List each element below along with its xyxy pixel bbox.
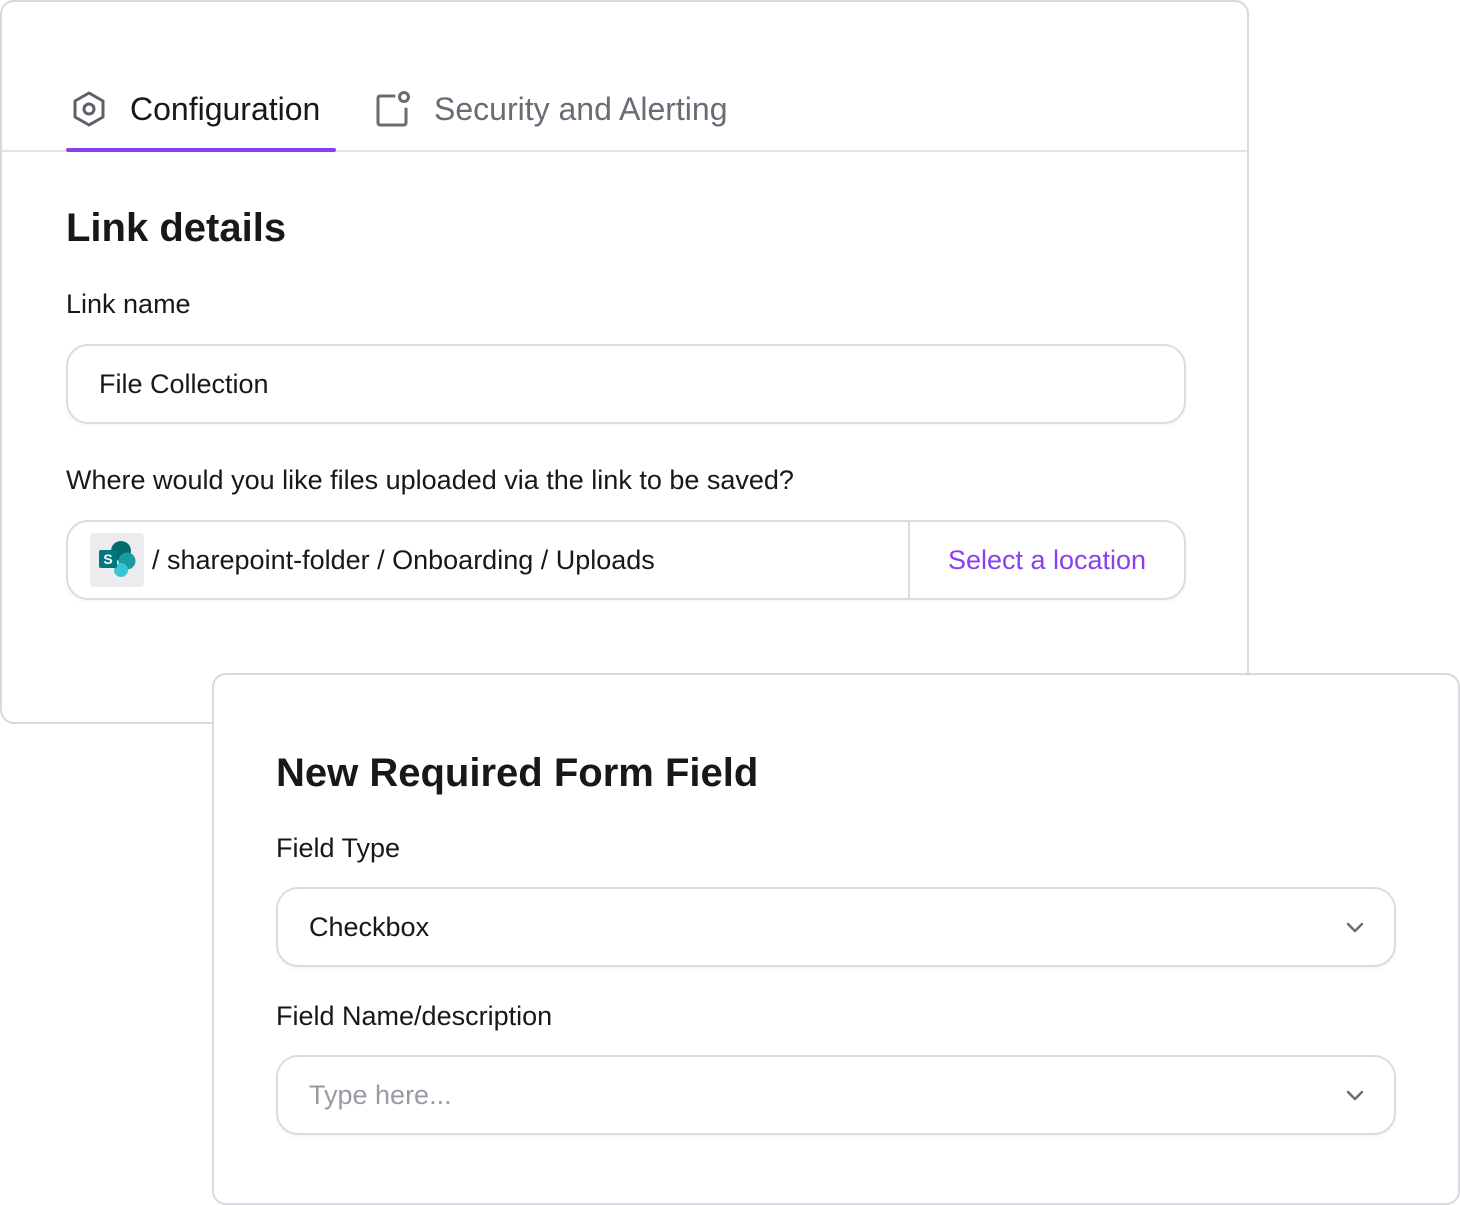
field-name-input[interactable]: Type here... <box>276 1055 1396 1135</box>
chevron-down-icon <box>1346 922 1364 933</box>
field-type-value: Checkbox <box>309 912 430 942</box>
save-location-field: S / sharepoint-folder / Onboarding / Upl… <box>66 520 1186 600</box>
new-form-field-title: New Required Form Field <box>276 751 759 795</box>
link-name-input[interactable]: File Collection <box>66 344 1186 424</box>
svg-text:S: S <box>103 551 112 567</box>
field-type-label: Field Type <box>276 833 401 863</box>
tab-bar: Configuration Security and Alerting <box>2 2 1247 152</box>
select-location-button[interactable]: Select a location <box>908 522 1184 598</box>
new-form-field-card: New Required Form Field Field Type Check… <box>212 673 1460 1205</box>
location-path-area: S / sharepoint-folder / Onboarding / Upl… <box>68 522 908 598</box>
window-notification-icon <box>376 91 410 127</box>
link-name-label: Link name <box>66 289 191 319</box>
field-name-placeholder: Type here... <box>309 1080 452 1110</box>
link-name-value: File Collection <box>99 369 269 399</box>
location-path: / sharepoint-folder / Onboarding / Uploa… <box>152 545 655 575</box>
field-name-label: Field Name/description <box>276 1001 553 1031</box>
hexagon-settings-icon <box>73 91 105 127</box>
chevron-down-icon <box>1346 1090 1364 1101</box>
link-settings-card: Configuration Security and Alerting Link… <box>0 0 1249 724</box>
sharepoint-icon: S <box>90 533 144 587</box>
field-type-select[interactable]: Checkbox <box>276 887 1396 967</box>
tab-configuration[interactable]: Configuration <box>66 82 336 152</box>
tab-security-and-alerting[interactable]: Security and Alerting <box>374 82 728 152</box>
tab-security-and-alerting-label: Security and Alerting <box>434 91 728 127</box>
location-question-label: Where would you like files uploaded via … <box>66 465 794 495</box>
tab-configuration-label: Configuration <box>130 91 321 127</box>
link-details-title: Link details <box>66 206 287 250</box>
